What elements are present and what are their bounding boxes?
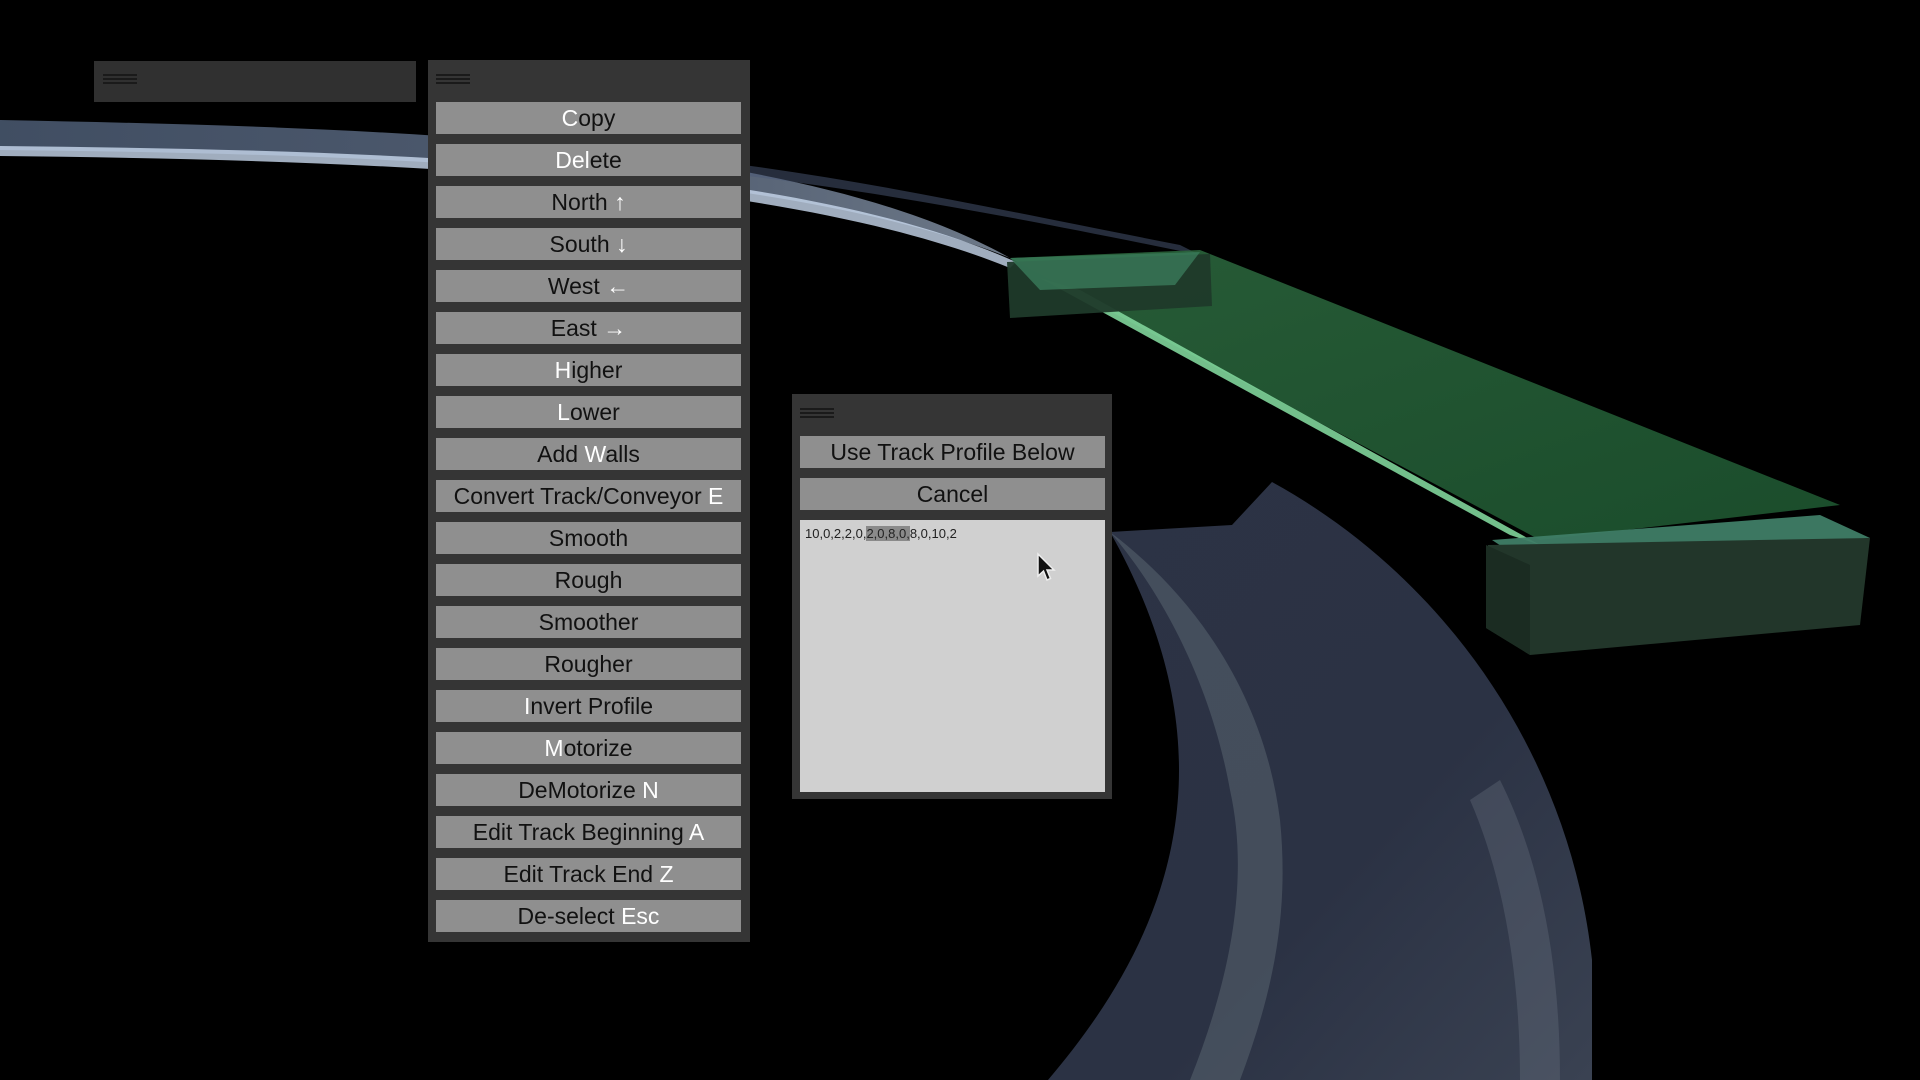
profile-text-selection: 2,0,8,0, — [866, 526, 910, 541]
hotkey-label: Del — [555, 147, 590, 173]
menu-label-text: ete — [589, 147, 622, 173]
menu-label-text: DeMotorize — [518, 777, 643, 803]
menu-button-smoother[interactable]: Smoother — [436, 606, 741, 638]
menu-button-copy[interactable]: Copy — [436, 102, 741, 134]
menu-button-south[interactable]: South ↓ — [436, 228, 741, 260]
menu-label-text: nvert Profile — [530, 693, 654, 719]
hotkey-label: E — [708, 483, 724, 509]
menu-button-higher[interactable]: Higher — [436, 354, 741, 386]
menu-label-text: Smoother — [538, 609, 639, 635]
menu-button-edit-track-end[interactable]: Edit Track End Z — [436, 858, 741, 890]
menu-button-rough[interactable]: Rough — [436, 564, 741, 596]
menu-label-text: Rougher — [544, 651, 633, 677]
menu-label-text: igher — [571, 357, 623, 383]
drag-handle-icon[interactable] — [436, 74, 470, 90]
menu-label-text: South — [549, 231, 616, 257]
menu-label-text: De-select — [517, 903, 622, 929]
menu-label-text: North — [551, 189, 615, 215]
menu-button-east[interactable]: East → — [436, 312, 741, 344]
menu-label-text: Edit Track End — [503, 861, 660, 887]
menu-label-text: Rough — [554, 567, 623, 593]
menu-label-text: East — [550, 315, 604, 341]
menu-button-add-walls[interactable]: Add Walls — [436, 438, 741, 470]
menu-label-text: Edit Track Beginning — [472, 819, 689, 845]
track-edit-menu: Copy Delete North ↑ South ↓ West ← East → High… — [428, 60, 750, 942]
menu-button-motorize[interactable]: Motorize — [436, 732, 741, 764]
use-track-profile-button[interactable]: Use Track Profile Below — [800, 436, 1105, 468]
menu-button-north[interactable]: North ↑ — [436, 186, 741, 218]
menu-button-demotorize[interactable]: DeMotorize N — [436, 774, 741, 806]
hotkey-label: Z — [659, 861, 674, 887]
menu-label-text: Convert Track/Conveyor — [453, 483, 709, 509]
menu-label-text: alls — [605, 441, 640, 467]
cancel-button[interactable]: Cancel — [800, 478, 1105, 510]
menu-label-text: opy — [578, 105, 616, 131]
track-profile-dialog: Use Track Profile Below Cancel 10,0,2,2,… — [792, 394, 1112, 799]
green-track-segment — [1007, 250, 1870, 655]
hotkey-label: ↑ — [614, 189, 626, 215]
menu-label-text: otorize — [563, 735, 633, 761]
drag-handle-icon[interactable] — [800, 408, 834, 424]
drag-handle-icon[interactable] — [103, 74, 137, 90]
menu-button-edit-track-beginning[interactable]: Edit Track Beginning A — [436, 816, 741, 848]
empty-toolbar-panel — [94, 61, 416, 102]
menu-label-text: Add — [537, 441, 585, 467]
hotkey-label: H — [554, 357, 572, 383]
hotkey-label: C — [561, 105, 579, 131]
mouse-pointer-icon — [1037, 552, 1056, 581]
menu-button-invert-profile[interactable]: Invert Profile — [436, 690, 741, 722]
menu-button-west[interactable]: West ← — [436, 270, 741, 302]
profile-text-after: 8,0,10,2 — [909, 526, 957, 541]
hotkey-label: M — [544, 735, 564, 761]
hotkey-label: ↓ — [616, 231, 628, 257]
track-profile-textarea[interactable]: 10,0,2,2,0,2,0,8,0,8,0,10,2 — [800, 520, 1105, 792]
menu-button-delete[interactable]: Delete — [436, 144, 741, 176]
hotkey-label: → — [603, 315, 627, 341]
menu-button-lower[interactable]: Lower — [436, 396, 741, 428]
menu-button-rougher[interactable]: Rougher — [436, 648, 741, 680]
menu-button-convert-track-conveyor[interactable]: Convert Track/Conveyor E — [436, 480, 741, 512]
hotkey-label: N — [642, 777, 659, 803]
hotkey-label: W — [584, 441, 606, 467]
menu-label-text: ower — [569, 399, 620, 425]
menu-label-text: West — [547, 273, 607, 299]
hotkey-label: ← — [606, 273, 630, 299]
profile-text-before: 10,0,2,2,0, — [805, 526, 867, 541]
menu-label-text: Smooth — [548, 525, 629, 551]
hotkey-label: L — [557, 399, 570, 425]
hotkey-label: A — [688, 819, 705, 845]
menu-button-deselect[interactable]: De-select Esc — [436, 900, 741, 932]
menu-button-smooth[interactable]: Smooth — [436, 522, 741, 554]
hotkey-label: Esc — [621, 903, 660, 929]
